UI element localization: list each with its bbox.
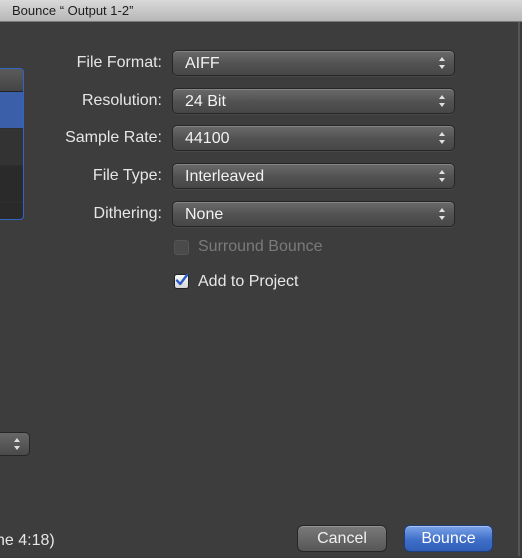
updown-arrows-icon	[439, 95, 445, 107]
file-type-value: Interleaved	[185, 168, 265, 185]
cancel-button[interactable]: Cancel	[297, 525, 387, 552]
surround-bounce-label: Surround Bounce	[198, 238, 323, 255]
updown-arrows-icon	[439, 132, 445, 144]
updown-arrows-icon	[14, 438, 20, 450]
updown-arrows-icon	[439, 57, 445, 69]
resolution-value: 24 Bit	[185, 93, 226, 110]
surround-bounce-checkbox	[174, 240, 189, 255]
dithering-value: None	[185, 206, 224, 223]
bounce-button[interactable]: Bounce	[404, 525, 493, 552]
dithering-label: Dithering:	[93, 205, 162, 222]
resolution-popup[interactable]: 24 Bit	[172, 88, 455, 114]
add-to-project-label[interactable]: Add to Project	[198, 273, 299, 291]
file-format-popup[interactable]: AIFF	[172, 50, 455, 76]
window-title: Bounce “ Output 1-2”	[12, 3, 134, 18]
bounce-dialog: File Format: AIFF Resolution: 24 Bit Sam…	[0, 22, 520, 556]
list-header	[0, 69, 23, 92]
title-bar: Bounce “ Output 1-2”	[0, 0, 522, 22]
add-to-project-checkbox[interactable]	[174, 273, 189, 289]
sample-rate-popup[interactable]: 44100	[172, 125, 455, 151]
sample-rate-value: 44100	[185, 130, 230, 147]
checkmark-icon	[175, 273, 189, 286]
sample-rate-label: Sample Rate:	[65, 129, 162, 146]
updown-arrows-icon	[439, 170, 445, 182]
file-format-label: File Format:	[76, 54, 162, 71]
file-type-popup[interactable]: Interleaved	[172, 163, 455, 189]
duration-status-text: ne 4:18)	[0, 532, 55, 549]
file-type-label: File Type:	[92, 167, 162, 184]
left-popup[interactable]	[0, 432, 30, 456]
resolution-label: Resolution:	[81, 92, 162, 109]
updown-arrows-icon	[439, 208, 445, 220]
dithering-popup[interactable]: None	[172, 201, 455, 227]
file-format-value: AIFF	[185, 55, 220, 72]
